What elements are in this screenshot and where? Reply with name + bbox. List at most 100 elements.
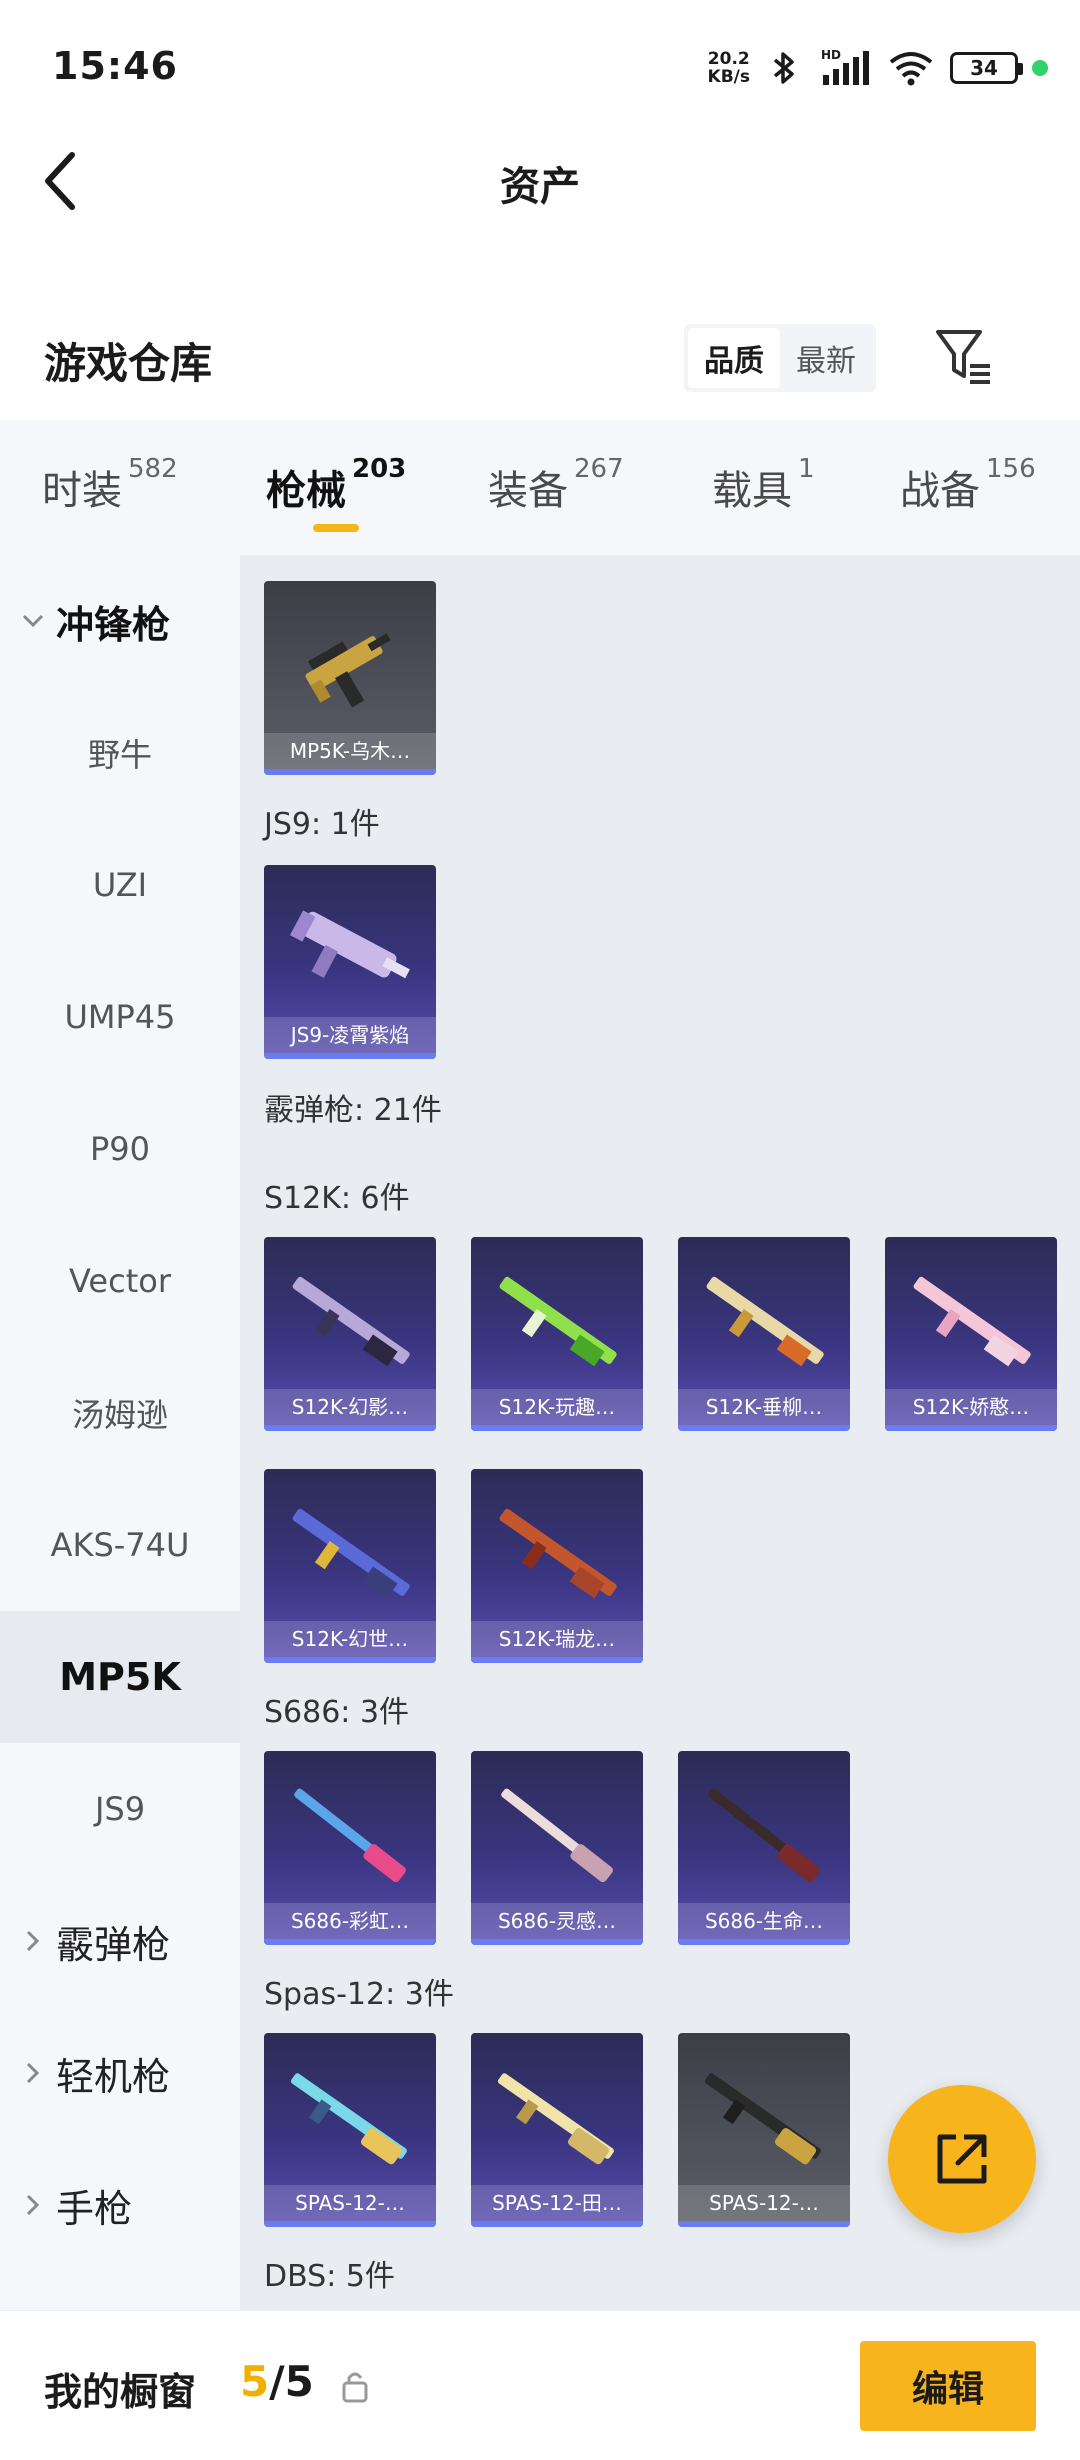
item-card-s12k-6[interactable]: S12K-瑞龙…	[471, 1469, 643, 1663]
sort-option-quality[interactable]: 品质	[688, 328, 780, 388]
rarity-bar	[471, 1425, 643, 1431]
rarity-bar	[885, 1425, 1057, 1431]
filter-icon	[936, 330, 990, 384]
sidebar-item-pistol[interactable]: 手枪	[0, 2139, 240, 2271]
item-card-mp5k[interactable]: MP5K-乌木…	[264, 581, 436, 775]
item-name: S12K-垂柳…	[678, 1389, 850, 1425]
group-label-shotgun: 霰弹枪: 21件	[264, 1093, 442, 1128]
sidebar-item-bizon[interactable]: 野牛	[0, 687, 240, 819]
tab-count: 1	[798, 454, 815, 484]
rarity-bar	[678, 1939, 850, 1945]
sidebar-item-thompson[interactable]: 汤姆逊	[0, 1347, 240, 1479]
item-card-s686-3[interactable]: S686-生命…	[678, 1751, 850, 1945]
item-name: JS9-凌霄紫焰	[264, 1017, 436, 1053]
wifi-icon	[886, 48, 936, 88]
item-card-spas12-2[interactable]: SPAS-12-田…	[471, 2033, 643, 2227]
sidebar-item-mp5k[interactable]: MP5K	[0, 1611, 240, 1743]
shotgun-weapon-icon	[913, 1276, 1031, 1367]
sidebar-item-label: AKS-74U	[50, 1526, 190, 1564]
tab-count: 156	[986, 454, 1036, 484]
rarity-bar	[678, 2221, 850, 2227]
weapon-items-panel: MP5K-乌木… JS9: 1件 JS9-凌霄紫焰 霰弹枪: 21件 S12K:…	[240, 555, 1080, 2310]
sidebar-item-js9[interactable]: JS9	[0, 1743, 240, 1875]
shotgun-weapon-icon	[704, 2073, 821, 2165]
group-label-s12k: S12K: 6件	[264, 1181, 410, 1216]
privacy-indicator-dot	[1032, 60, 1048, 76]
sidebar-item-uzi[interactable]: UZI	[0, 819, 240, 951]
shotgun-weapon-icon	[294, 1788, 406, 1883]
item-card-s12k-5[interactable]: S12K-幻世…	[264, 1469, 436, 1663]
status-time: 15:46	[52, 44, 178, 88]
item-card-spas12-3[interactable]: SPAS-12-…	[678, 2033, 850, 2227]
showcase-separator: /	[269, 2357, 285, 2406]
tab-count: 582	[128, 454, 178, 484]
tab-firearms[interactable]: 枪械 203	[266, 454, 406, 516]
group-label-s686: S686: 3件	[264, 1695, 410, 1730]
sidebar-item-smg[interactable]: 冲锋枪	[0, 555, 240, 687]
shotgun-weapon-icon	[290, 2073, 407, 2165]
tab-equipment[interactable]: 装备 267	[488, 454, 624, 516]
sort-toggle: 品质 最新	[684, 324, 876, 392]
sidebar-item-ump45[interactable]: UMP45	[0, 951, 240, 1083]
rarity-bar	[264, 1939, 436, 1945]
item-name: S686-彩虹…	[264, 1903, 436, 1939]
sidebar-item-label: Vector	[69, 1262, 171, 1300]
item-name: S686-灵感…	[471, 1903, 643, 1939]
tab-label: 时装	[42, 468, 122, 514]
sidebar-item-label: UZI	[92, 866, 148, 904]
tab-label: 装备	[488, 468, 568, 514]
sidebar-item-label: 野牛	[87, 736, 152, 774]
sidebar-item-aks74u[interactable]: AKS-74U	[0, 1479, 240, 1611]
weapon-category-sidebar: 冲锋枪 野牛 UZI UMP45 P90 Vector 汤姆逊 AKS-74U …	[0, 555, 240, 2310]
sidebar-item-label: 手枪	[56, 2186, 133, 2231]
item-name: S686-生命…	[678, 1903, 850, 1939]
sidebar-item-label: JS9	[94, 1790, 146, 1828]
group-label-spas12: Spas-12: 3件	[264, 1977, 454, 2012]
page-title: 资产	[500, 164, 580, 210]
tab-count: 267	[574, 454, 624, 484]
item-card-js9[interactable]: JS9-凌霄紫焰	[264, 865, 436, 1059]
rarity-bar	[264, 769, 436, 775]
item-card-s686-1[interactable]: S686-彩虹…	[264, 1751, 436, 1945]
item-card-s12k-2[interactable]: S12K-玩趣…	[471, 1237, 643, 1431]
status-bar: 15:46 20.2 KB/s HD 34	[0, 0, 1080, 140]
tab-count: 203	[352, 454, 407, 484]
shotgun-weapon-icon	[292, 1508, 410, 1599]
tab-supplies[interactable]: 战备 156	[900, 454, 1036, 516]
item-card-s12k-3[interactable]: S12K-垂柳…	[678, 1237, 850, 1431]
item-card-s12k-1[interactable]: S12K-幻影…	[264, 1237, 436, 1431]
sidebar-item-lmg[interactable]: 轻机枪	[0, 2007, 240, 2139]
sidebar-item-label: UMP45	[64, 998, 176, 1036]
shotgun-weapon-icon	[499, 1276, 617, 1367]
active-tab-indicator	[313, 524, 359, 532]
item-card-spas12-1[interactable]: SPAS-12-…	[264, 2033, 436, 2227]
group-label-dbs: DBS: 5件	[264, 2259, 395, 2294]
network-speed-value: 20.2	[707, 49, 750, 69]
network-hd-label: HD	[820, 48, 841, 62]
warehouse-title: 游戏仓库	[44, 339, 213, 388]
sidebar-item-label: 霰弹枪	[56, 1922, 171, 1967]
edit-button[interactable]: 编辑	[860, 2341, 1036, 2431]
shotgun-weapon-icon	[706, 1276, 824, 1367]
shotgun-weapon-icon	[497, 2073, 614, 2165]
sidebar-item-shotgun[interactable]: 霰弹枪	[0, 1875, 240, 2007]
sidebar-item-p90[interactable]: P90	[0, 1083, 240, 1215]
tab-fashion[interactable]: 时装 582	[42, 454, 178, 516]
shotgun-weapon-icon	[292, 1276, 410, 1367]
category-tabs: 时装 582 枪械 203 装备 267 载具 1 战备 156	[0, 420, 1080, 555]
filter-button[interactable]	[934, 324, 994, 388]
sidebar-item-vector[interactable]: Vector	[0, 1215, 240, 1347]
share-fab-button[interactable]	[888, 2085, 1036, 2233]
share-external-icon	[937, 2134, 987, 2184]
item-card-s686-2[interactable]: S686-灵感…	[471, 1751, 643, 1945]
sidebar-item-label: MP5K	[59, 1655, 181, 1699]
rarity-bar	[471, 1939, 643, 1945]
item-name: MP5K-乌木…	[264, 733, 436, 769]
sort-option-newest[interactable]: 最新	[780, 328, 872, 388]
item-card-s12k-4[interactable]: S12K-娇憨…	[885, 1237, 1057, 1431]
rarity-bar	[264, 2221, 436, 2227]
rarity-bar	[471, 2221, 643, 2227]
shotgun-weapon-icon	[708, 1788, 820, 1883]
tab-vehicles[interactable]: 载具 1	[712, 454, 815, 516]
item-name: S12K-幻世…	[264, 1621, 436, 1657]
